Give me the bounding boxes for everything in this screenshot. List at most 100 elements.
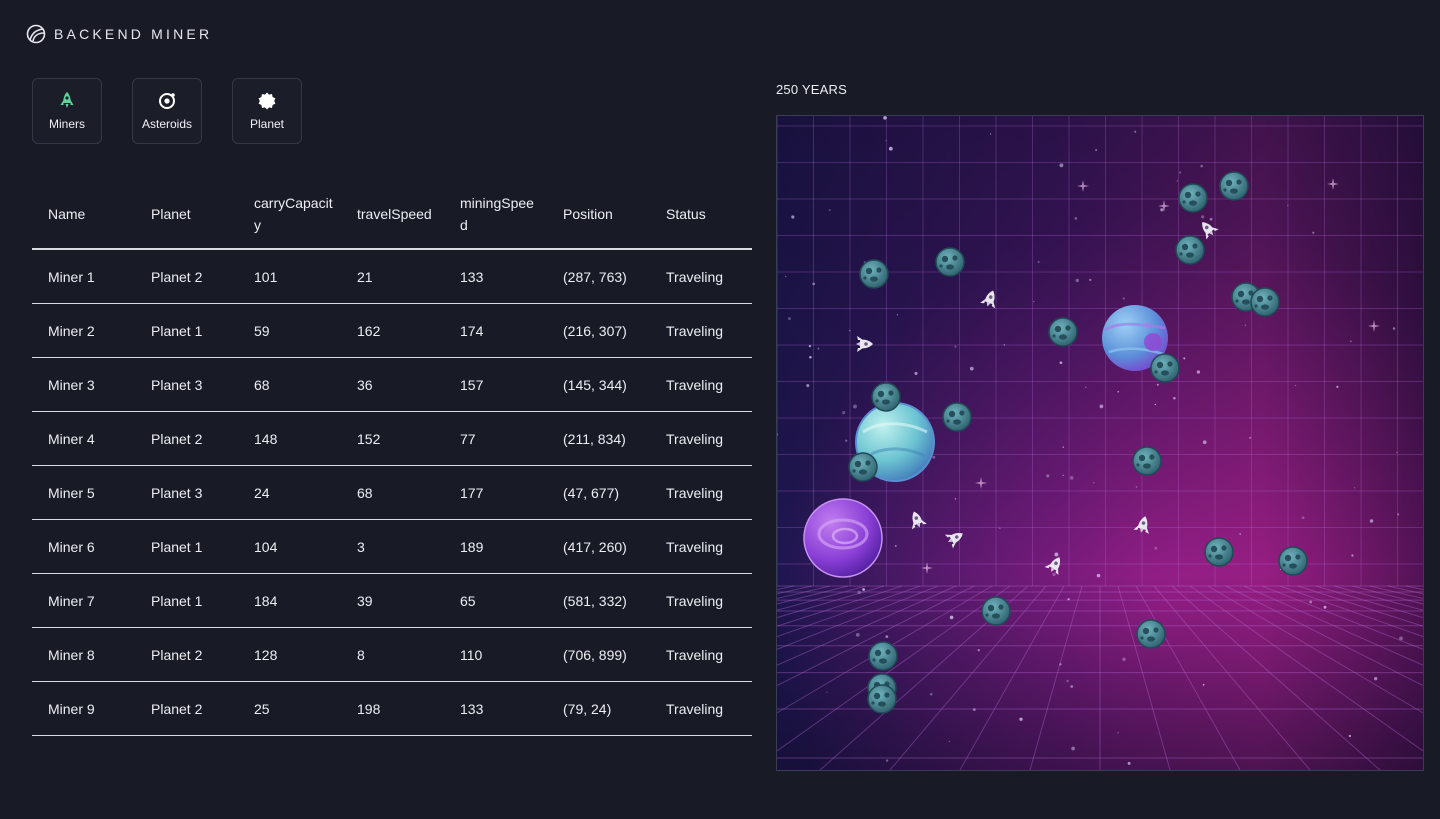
asteroid-icon[interactable] — [1178, 183, 1208, 213]
cell-planet: Planet 1 — [135, 573, 238, 628]
star — [989, 133, 992, 135]
star — [787, 317, 791, 321]
cell-position: (417, 260) — [547, 519, 650, 574]
cell-position: (706, 899) — [547, 627, 650, 682]
tab-asteroids[interactable]: Asteroids — [132, 78, 202, 144]
column-header-name[interactable]: Name — [32, 180, 135, 250]
asteroid-icon[interactable] — [1219, 171, 1249, 201]
star — [1059, 361, 1063, 365]
star — [977, 649, 981, 652]
asteroid-icon[interactable] — [859, 259, 889, 289]
star — [885, 759, 889, 762]
star — [1392, 327, 1396, 330]
star — [791, 215, 795, 219]
star — [894, 545, 897, 547]
star — [1134, 130, 1137, 133]
asteroid-icon[interactable] — [935, 247, 965, 277]
table-row[interactable]: Miner 4 Planet 2 148 152 77 (211, 834) T… — [32, 411, 752, 466]
star — [1348, 734, 1352, 738]
star — [1071, 746, 1075, 751]
star — [954, 345, 957, 348]
star — [1085, 386, 1087, 388]
star — [969, 366, 974, 371]
table-row[interactable]: Miner 3 Planet 3 68 36 157 (145, 344) Tr… — [32, 357, 752, 412]
column-header-planet[interactable]: Planet — [135, 180, 238, 250]
star — [1095, 149, 1098, 151]
table-row[interactable]: Miner 8 Planet 2 128 8 110 (706, 899) Tr… — [32, 627, 752, 682]
asteroid-icon[interactable] — [871, 382, 901, 412]
star — [853, 404, 857, 409]
star — [828, 209, 831, 211]
cell-name: Miner 2 — [32, 303, 135, 358]
cell-travel-speed: 21 — [341, 249, 444, 304]
star — [885, 139, 887, 142]
asteroid-icon[interactable] — [1132, 446, 1162, 476]
column-header-status[interactable]: Status — [650, 180, 752, 250]
star — [999, 527, 1001, 530]
cell-planet: Planet 1 — [135, 519, 238, 574]
asteroid-icon[interactable] — [1250, 287, 1280, 317]
star — [1066, 679, 1069, 683]
star — [954, 498, 957, 500]
planet-purple[interactable] — [803, 498, 883, 578]
star — [1093, 482, 1095, 484]
cell-carry-capacity: 25 — [238, 681, 341, 736]
star — [1135, 486, 1138, 488]
star — [849, 329, 851, 332]
cell-position: (287, 763) — [547, 249, 650, 304]
miners-table: Name Planet carryCapacity travelSpeed mi… — [32, 180, 752, 736]
asteroid-icon[interactable] — [1278, 546, 1308, 576]
asteroid-icon[interactable] — [1150, 353, 1180, 383]
asteroid-icon[interactable] — [1175, 235, 1205, 265]
asteroid-icon[interactable] — [1204, 537, 1234, 567]
table-row[interactable]: Miner 5 Planet 3 24 68 177 (47, 677) Tra… — [32, 465, 752, 520]
star — [1183, 357, 1186, 360]
cell-travel-speed: 162 — [341, 303, 444, 358]
leaf-swirl-logo-icon — [26, 24, 46, 44]
tab-planet[interactable]: Planet — [232, 78, 302, 144]
star — [1154, 546, 1158, 550]
table-row[interactable]: Miner 2 Planet 1 59 162 174 (216, 307) T… — [32, 303, 752, 358]
asteroid-icon[interactable] — [1136, 619, 1166, 649]
tab-miners[interactable]: Miners — [32, 78, 102, 144]
cell-planet: Planet 2 — [135, 249, 238, 304]
asteroid-icon[interactable] — [848, 452, 878, 482]
star — [1396, 451, 1398, 454]
star — [1059, 663, 1062, 666]
star — [1054, 552, 1059, 557]
star — [1070, 685, 1074, 688]
cell-position: (211, 834) — [547, 411, 650, 466]
cell-status: Traveling — [650, 411, 752, 466]
star — [932, 455, 936, 459]
table-row[interactable]: Miner 7 Planet 1 184 39 65 (581, 332) Tr… — [32, 573, 752, 628]
simulation-canvas[interactable] — [776, 115, 1424, 771]
star — [1089, 278, 1092, 282]
asteroid-icon[interactable] — [1048, 317, 1078, 347]
star — [949, 615, 954, 620]
cell-mining-speed: 174 — [444, 303, 547, 358]
column-header-carry-capacity[interactable]: carryCapacity — [238, 180, 341, 250]
star — [1336, 385, 1339, 389]
cell-planet: Planet 1 — [135, 303, 238, 358]
star — [1075, 278, 1079, 283]
star — [1122, 297, 1125, 300]
asteroid-icon[interactable] — [867, 684, 897, 714]
cell-mining-speed: 133 — [444, 681, 547, 736]
asteroid-icon[interactable] — [868, 641, 898, 671]
asteroid-icon[interactable] — [981, 596, 1011, 626]
simulation-scene — [777, 116, 1423, 770]
star — [1037, 260, 1040, 264]
column-header-position[interactable]: Position — [547, 180, 650, 250]
star — [1019, 717, 1023, 721]
cell-status: Traveling — [650, 303, 752, 358]
star — [896, 314, 899, 316]
table-row[interactable]: Miner 1 Planet 2 101 21 133 (287, 763) T… — [32, 249, 752, 304]
column-header-travel-speed[interactable]: travelSpeed — [341, 180, 444, 250]
column-header-mining-speed[interactable]: miningSpeed — [444, 180, 547, 250]
star — [862, 588, 866, 591]
star — [1200, 164, 1203, 168]
table-row[interactable]: Miner 6 Planet 1 104 3 189 (417, 260) Tr… — [32, 519, 752, 574]
asteroid-icon[interactable] — [942, 402, 972, 432]
table-row[interactable]: Miner 9 Planet 2 25 198 133 (79, 24) Tra… — [32, 681, 752, 736]
star — [1062, 474, 1064, 477]
